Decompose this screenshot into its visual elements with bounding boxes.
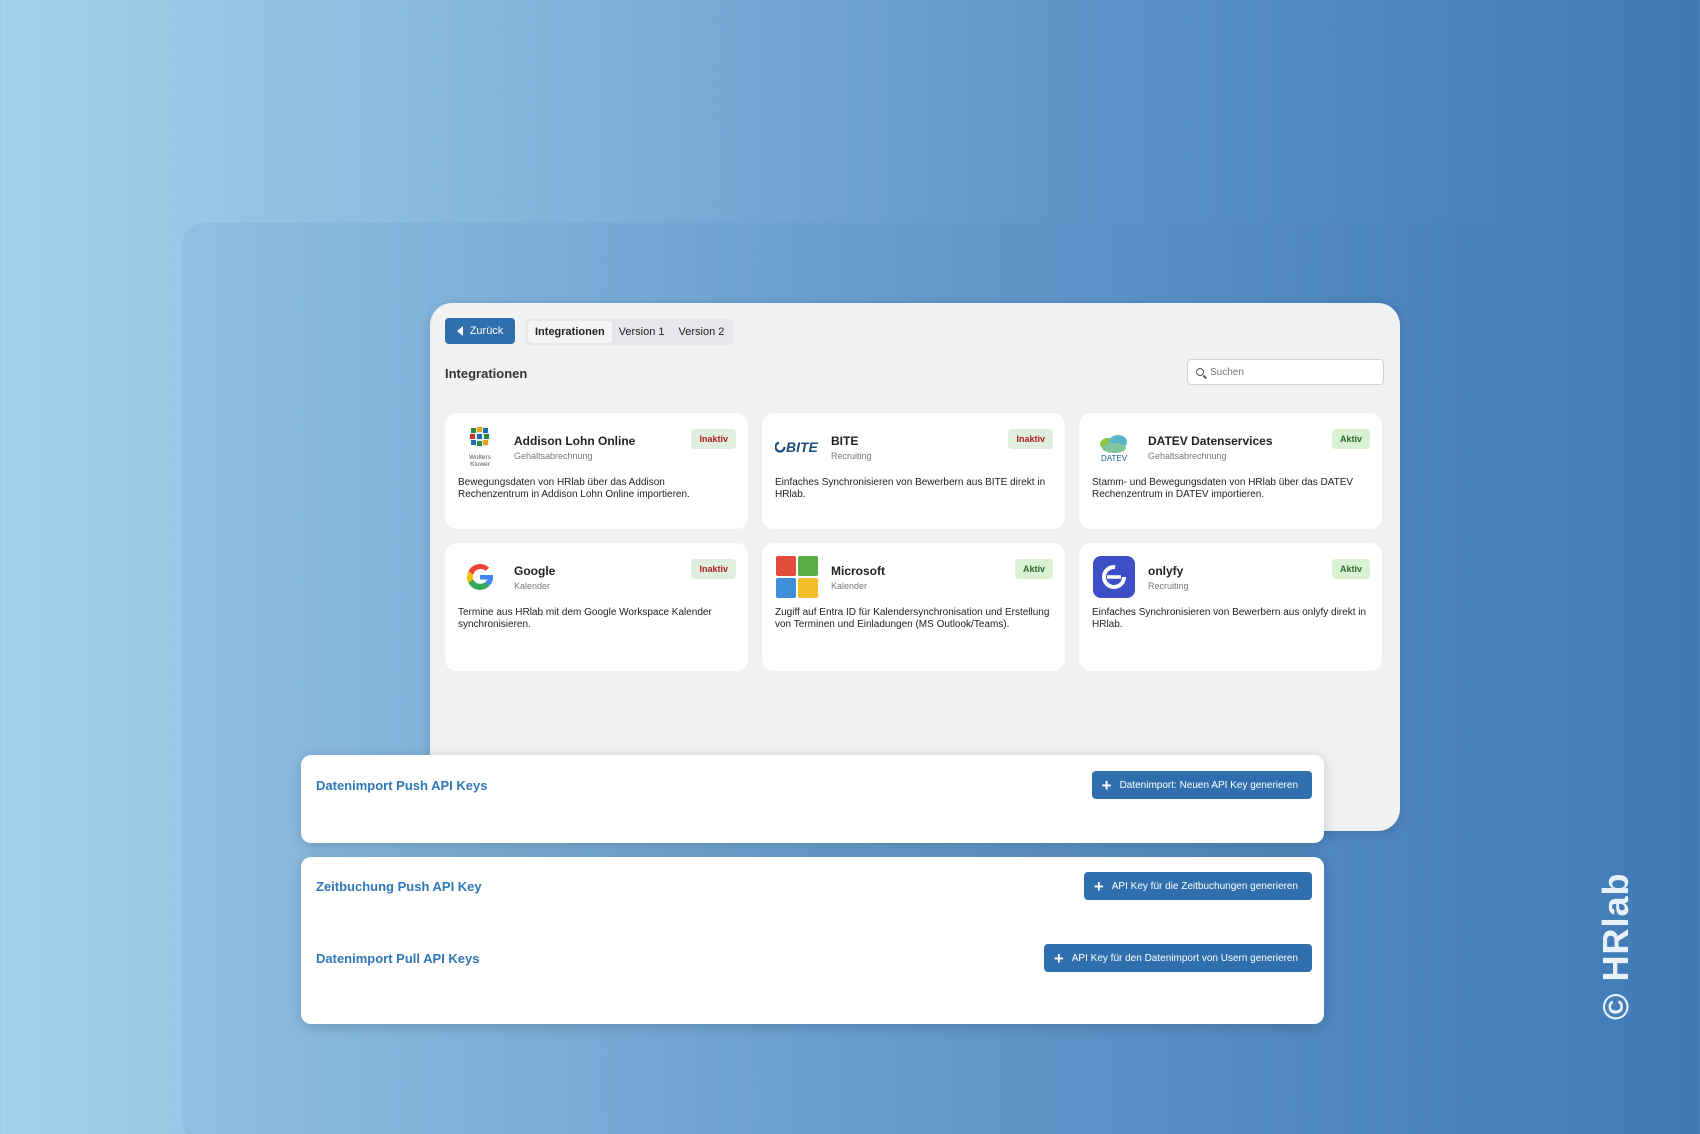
button-label: API Key für den Datenimport von Usern ge… [1071,952,1298,964]
integration-category: Kalender [514,580,551,591]
integration-card-datev[interactable]: DATEV DATEV Datenservices Gehaltsabrechn… [1079,413,1382,529]
microsoft-logo-icon [775,555,819,599]
pull-api-keys-title: Datenimport Pull API Keys [316,951,480,966]
bite-logo-icon: BITE [775,425,819,469]
integration-name: DATEV Datenservices [1148,433,1273,448]
button-label: Datenimport: Neuen API Key generieren [1119,779,1298,791]
tab-integrationen[interactable]: Integrationen [528,321,612,343]
onlyfy-logo-icon [1092,555,1136,599]
svg-text:DATEV: DATEV [1101,454,1128,463]
integrations-window: Zurück Integrationen Version 1 Version 2… [430,303,1400,831]
plus-icon: + [1053,948,1064,968]
page-title: Integrationen [445,366,528,381]
generate-push-api-key-button[interactable]: + Datenimport: Neuen API Key generieren [1091,771,1312,799]
integration-card-onlyfy[interactable]: onlyfy Recruiting Aktiv Einfaches Synchr… [1079,543,1382,671]
integration-name: Google [514,563,556,578]
integration-description: Einfaches Synchronisieren von Bewerbern … [775,477,1046,500]
generate-time-booking-api-key-button[interactable]: + API Key für die Zeitbuchungen generier… [1083,872,1312,900]
integration-description: Bewegungsdaten von HRlab über das Addiso… [458,477,690,500]
push-api-keys-title: Datenimport Push API Keys [316,778,488,793]
status-badge: Inaktiv [1008,429,1053,449]
watermark: © HRlab [1595,872,1636,1020]
push-api-keys-panel: Datenimport Push API Keys + Datenimport:… [301,755,1324,843]
wolters-kluwer-logo-icon: Wolters Kluwer [458,425,502,469]
tab-bar: Integrationen Version 1 Version 2 [526,319,734,345]
integration-card-google[interactable]: Google Kalender Inaktiv Termine aus HRla… [445,543,748,671]
svg-text:BITE: BITE [786,439,819,455]
datev-logo-icon: DATEV [1092,425,1136,469]
search-input[interactable] [1210,366,1370,378]
time-booking-api-key-title: Zeitbuchung Push API Key [316,879,482,894]
generate-pull-api-key-button[interactable]: + API Key für den Datenimport von Usern … [1043,944,1312,972]
status-badge: Aktiv [1014,559,1053,579]
integration-card-microsoft[interactable]: Microsoft Kalender Aktiv Zugiff auf Entr… [762,543,1065,671]
svg-text:Wolters: Wolters [469,454,492,461]
tab-version-2[interactable]: Version 2 [672,321,732,343]
integration-name: Addison Lohn Online [514,433,636,448]
integration-name: onlyfy [1148,563,1184,578]
status-badge: Aktiv [1331,429,1370,449]
search-box[interactable] [1187,359,1384,385]
integration-name: Microsoft [831,563,885,578]
api-keys-panel: Zeitbuchung Push API Key + API Key für d… [301,857,1324,1024]
integration-category: Recruiting [1148,580,1189,591]
caret-left-icon [456,326,463,336]
integration-category: Kalender [831,580,868,591]
search-icon [1196,368,1204,376]
integration-card-bite[interactable]: BITE BITE Recruiting Inaktiv Einfaches S… [762,413,1065,529]
plus-icon: + [1093,876,1104,896]
integration-grid: Wolters Kluwer Addison Lohn Online Gehal… [445,413,1384,671]
svg-text:Kluwer: Kluwer [470,461,491,468]
integration-description: Zugiff auf Entra ID für Kalendersynchron… [775,607,1050,630]
integration-description: Stamm- und Bewegungsdaten von HRlab über… [1092,477,1354,500]
integration-card-addison[interactable]: Wolters Kluwer Addison Lohn Online Gehal… [445,413,748,529]
google-logo-icon [458,555,502,599]
integration-name: BITE [831,433,859,448]
status-badge: Inaktiv [691,429,736,449]
status-badge: Aktiv [1331,559,1370,579]
back-button[interactable]: Zurück [445,318,515,344]
integration-category: Gehaltsabrechnung [1148,450,1227,461]
tab-version-1[interactable]: Version 1 [612,321,672,343]
integration-description: Einfaches Synchronisieren von Bewerbern … [1092,607,1367,630]
integration-description: Termine aus HRlab mit dem Google Workspa… [458,607,712,630]
back-button-label: Zurück [469,325,504,337]
integration-category: Gehaltsabrechnung [514,450,593,461]
status-badge: Inaktiv [691,559,736,579]
button-label: API Key für die Zeitbuchungen generieren [1111,880,1298,892]
integration-category: Recruiting [831,450,872,461]
plus-icon: + [1101,775,1112,795]
